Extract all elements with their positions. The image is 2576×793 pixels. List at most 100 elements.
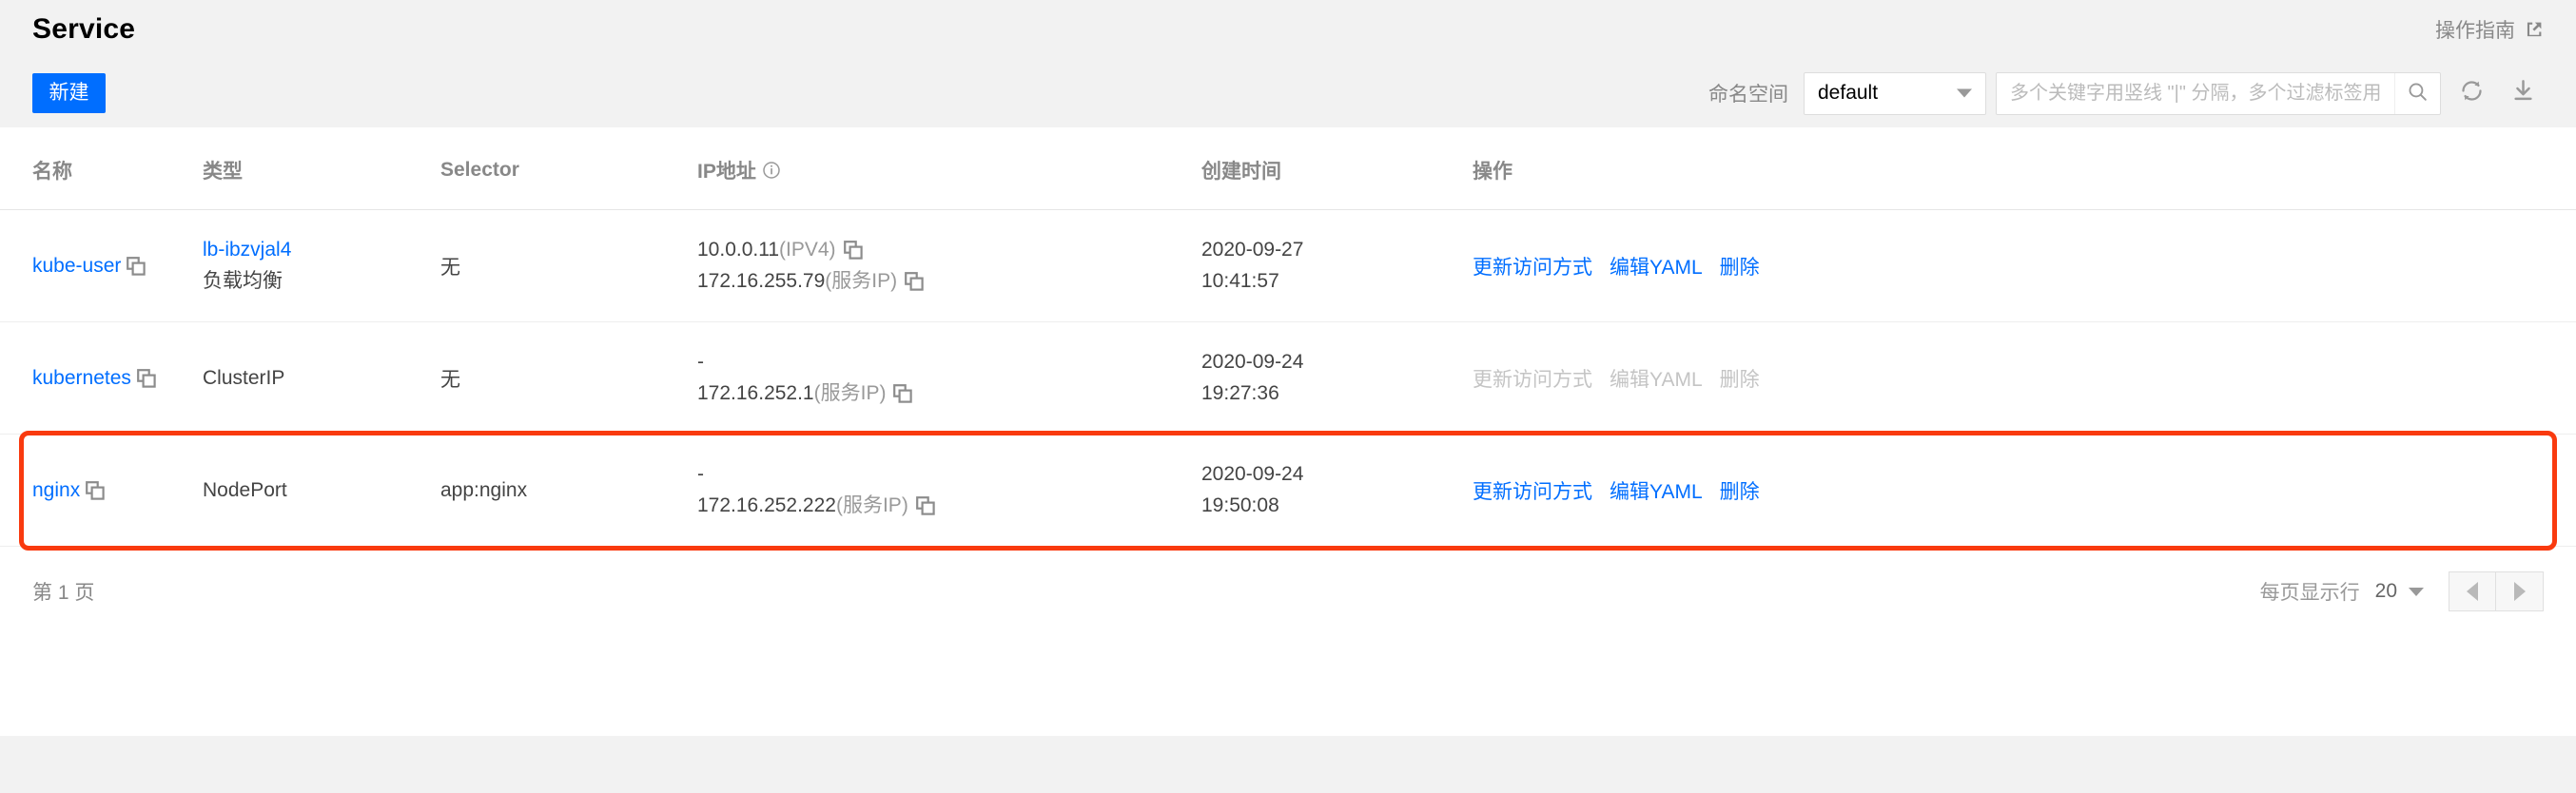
namespace-select[interactable]: default bbox=[1804, 71, 1986, 115]
ip-value: - bbox=[697, 463, 704, 486]
type-subtext: 负载均衡 bbox=[203, 269, 283, 292]
create-button[interactable]: 新建 bbox=[32, 73, 106, 113]
cell-selector: 无 bbox=[440, 209, 697, 323]
download-icon bbox=[2510, 78, 2536, 108]
copy-icon[interactable] bbox=[904, 271, 925, 292]
service-table-card: 名称 类型 Selector IP地址 创建时间 操作 kube-user lb… bbox=[0, 127, 2576, 736]
cell-actions: 更新访问方式 编辑YAML 删除 bbox=[1473, 209, 2576, 323]
operation-guide-link[interactable]: 操作指南 bbox=[2435, 15, 2544, 44]
cell-name: kubernetes bbox=[0, 321, 203, 435]
pagination-controls: 每页显示行 20 bbox=[2259, 571, 2544, 612]
chevron-right-icon bbox=[2513, 582, 2526, 602]
search-icon bbox=[2406, 80, 2430, 106]
info-icon[interactable] bbox=[762, 161, 781, 180]
namespace-selected-value: default bbox=[1818, 82, 1879, 104]
cell-type: NodePort bbox=[203, 434, 440, 548]
chevron-down-icon bbox=[1957, 88, 1972, 98]
rows-per-page-value: 20 bbox=[2374, 580, 2397, 603]
cell-created: 2020-09-24 19:50:08 bbox=[1201, 434, 1473, 548]
cell-name: nginx bbox=[0, 434, 203, 548]
ip-line: 172.16.255.79(服务IP) bbox=[697, 266, 1201, 298]
ip-value: 172.16.252.1 bbox=[697, 381, 814, 404]
ip-value: 10.0.0.11 bbox=[697, 239, 780, 261]
table-row[interactable]: kube-user lb-ibzvjal4 负载均衡 无 10.0.0.11(I… bbox=[0, 209, 2576, 323]
chevron-left-icon bbox=[2467, 582, 2478, 602]
ip-suffix: (服务IP) bbox=[813, 381, 887, 404]
download-button[interactable] bbox=[2502, 72, 2544, 115]
action-update-access[interactable]: 更新访问方式 bbox=[1473, 476, 1592, 505]
ip-suffix: (服务IP) bbox=[825, 269, 898, 292]
table-body: kube-user lb-ibzvjal4 负载均衡 无 10.0.0.11(I… bbox=[0, 209, 2576, 548]
cell-actions: 更新访问方式 编辑YAML 删除 bbox=[1473, 321, 2576, 435]
created-date: 2020-09-24 bbox=[1201, 351, 1304, 374]
page-header: Service 操作指南 bbox=[0, 0, 2576, 59]
next-page-button[interactable] bbox=[2496, 571, 2544, 612]
prev-page-button[interactable] bbox=[2449, 571, 2496, 612]
page-indicator: 第 1 页 bbox=[32, 582, 95, 605]
created-date: 2020-09-27 bbox=[1201, 239, 1304, 261]
column-header-actions: 操作 bbox=[1473, 127, 2576, 210]
external-link-icon bbox=[2524, 20, 2544, 40]
table-row[interactable]: kubernetes ClusterIP 无 - 172.16.252.1(服务… bbox=[0, 321, 2576, 435]
copy-icon[interactable] bbox=[136, 368, 157, 389]
service-table: 名称 类型 Selector IP地址 创建时间 操作 kube-user lb… bbox=[0, 127, 2576, 548]
column-header-selector: Selector bbox=[440, 127, 697, 210]
action-edit-yaml[interactable]: 编辑YAML bbox=[1610, 252, 1703, 280]
cell-actions: 更新访问方式 编辑YAML 删除 bbox=[1473, 434, 2576, 548]
table-row[interactable]: nginx NodePort app:nginx - 172.16.252.22… bbox=[0, 434, 2576, 548]
copy-icon[interactable] bbox=[85, 480, 106, 501]
operation-guide-label: 操作指南 bbox=[2435, 20, 2515, 42]
rows-per-page-select[interactable]: 20 bbox=[2375, 580, 2424, 603]
action-edit-yaml[interactable]: 编辑YAML bbox=[1610, 476, 1703, 505]
action-update-access: 更新访问方式 bbox=[1473, 368, 1592, 391]
ip-line: 172.16.252.1(服务IP) bbox=[697, 378, 1201, 410]
action-delete: 删除 bbox=[1719, 368, 1760, 391]
created-date: 2020-09-24 bbox=[1201, 463, 1304, 486]
column-header-created: 创建时间 bbox=[1201, 127, 1473, 210]
search-button[interactable] bbox=[2394, 72, 2440, 114]
column-header-ip: IP地址 bbox=[697, 127, 1201, 210]
action-delete[interactable]: 删除 bbox=[1720, 252, 1760, 280]
search-box bbox=[1996, 71, 2441, 115]
ip-line: 10.0.0.11(IPV4) bbox=[697, 235, 1201, 266]
cell-ip: - 172.16.252.222(服务IP) bbox=[697, 434, 1201, 548]
type-link[interactable]: lb-ibzvjal4 bbox=[203, 239, 291, 261]
toolbar: 新建 命名空间 default bbox=[0, 59, 2576, 127]
ip-suffix: (IPV4) bbox=[779, 239, 836, 261]
cell-name: kube-user bbox=[0, 209, 203, 323]
refresh-button[interactable] bbox=[2450, 72, 2492, 115]
cell-created: 2020-09-27 10:41:57 bbox=[1201, 209, 1473, 323]
cell-selector: app:nginx bbox=[440, 434, 697, 548]
cell-created: 2020-09-24 19:27:36 bbox=[1201, 321, 1473, 435]
cell-type: ClusterIP bbox=[203, 321, 440, 435]
action-edit-yaml: 编辑YAML bbox=[1610, 368, 1703, 391]
ip-value: - bbox=[697, 351, 704, 374]
copy-icon[interactable] bbox=[126, 256, 146, 277]
rows-per-page-label: 每页显示行 bbox=[2259, 582, 2360, 605]
service-name-link[interactable]: nginx bbox=[32, 479, 80, 502]
chevron-down-icon bbox=[2409, 587, 2424, 596]
refresh-icon bbox=[2459, 78, 2485, 108]
column-header-name: 名称 bbox=[0, 127, 203, 210]
created-time: 10:41:57 bbox=[1201, 269, 1279, 292]
table-footer: 第 1 页 每页显示行 20 bbox=[0, 547, 2576, 641]
service-name-link[interactable]: kube-user bbox=[32, 255, 121, 278]
page-title: Service bbox=[32, 13, 136, 45]
ip-line: - bbox=[697, 459, 1201, 491]
table-header-row: 名称 类型 Selector IP地址 创建时间 操作 bbox=[0, 127, 2576, 210]
cell-selector: 无 bbox=[440, 321, 697, 435]
action-update-access[interactable]: 更新访问方式 bbox=[1473, 252, 1592, 280]
ip-suffix: (服务IP) bbox=[835, 493, 908, 516]
ip-line: 172.16.252.222(服务IP) bbox=[697, 491, 1201, 522]
search-input[interactable] bbox=[1997, 72, 2394, 114]
created-time: 19:50:08 bbox=[1201, 493, 1279, 516]
copy-icon[interactable] bbox=[915, 495, 936, 516]
copy-icon[interactable] bbox=[892, 383, 913, 404]
copy-icon[interactable] bbox=[843, 240, 864, 261]
service-name-link[interactable]: kubernetes bbox=[32, 367, 131, 390]
namespace-label: 命名空间 bbox=[1708, 84, 1788, 106]
ip-value: 172.16.252.222 bbox=[697, 493, 836, 516]
cell-ip: - 172.16.252.1(服务IP) bbox=[697, 321, 1201, 435]
action-delete[interactable]: 删除 bbox=[1720, 476, 1760, 505]
created-time: 19:27:36 bbox=[1201, 381, 1279, 404]
